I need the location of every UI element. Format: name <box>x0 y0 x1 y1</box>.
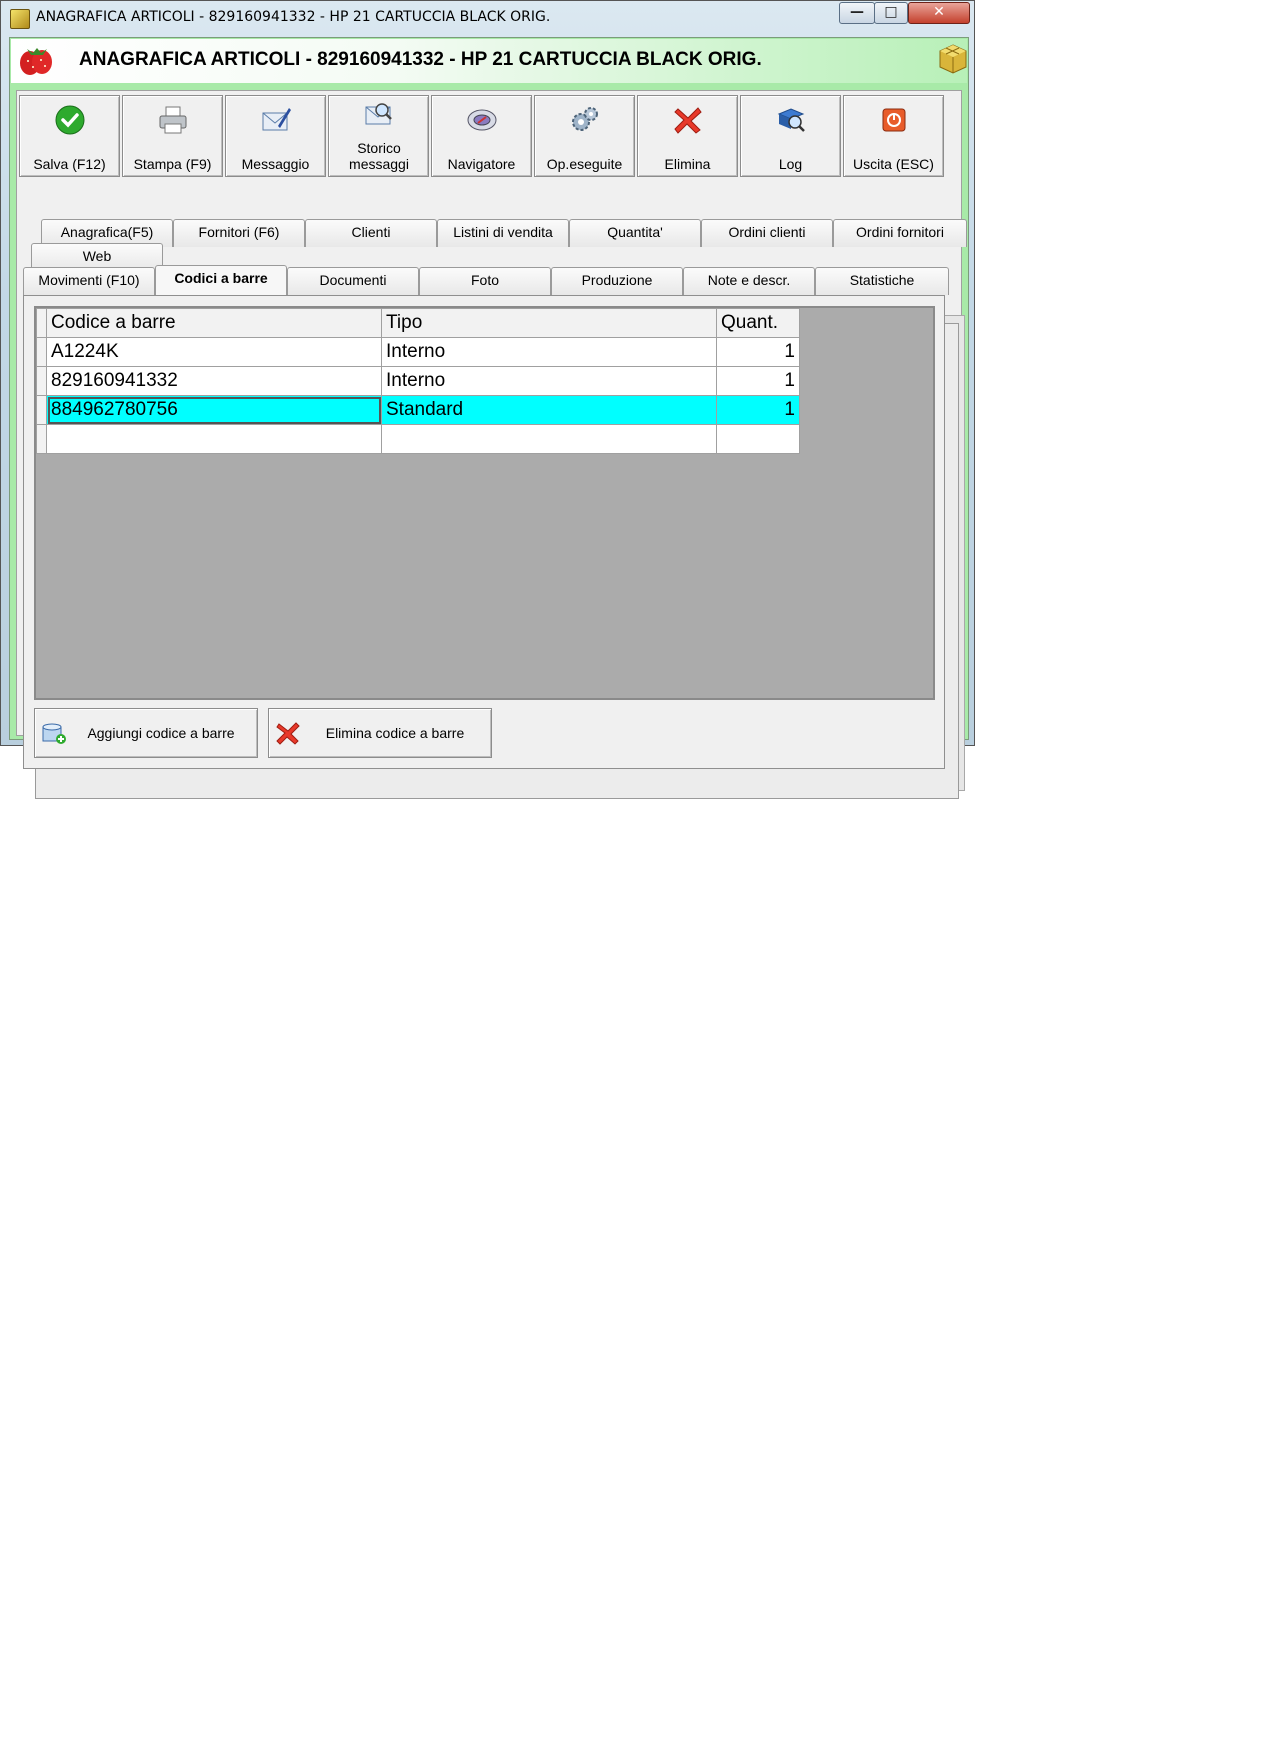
quantity-cell[interactable]: 1 <box>716 395 800 425</box>
barcodes-table: Codice a barre Tipo Quant. A1224K Intern… <box>36 308 800 454</box>
type-cell[interactable]: Interno <box>381 366 717 396</box>
delete-button[interactable]: Elimina <box>637 95 738 177</box>
navigator-button-label: Navigatore <box>447 156 516 172</box>
printer-icon <box>159 106 187 134</box>
add-barcode-button[interactable]: Aggiungi codice a barre <box>34 708 258 758</box>
exit-button[interactable]: Uscita (ESC) <box>843 95 944 177</box>
cube-logo-icon <box>939 44 967 74</box>
window-title: ANAGRAFICA ARTICOLI - 829160941332 - HP … <box>36 9 551 25</box>
barcode-cell-focused[interactable]: 884962780756 <box>46 395 382 425</box>
compass-icon <box>467 109 497 131</box>
barcode-cell[interactable] <box>46 424 382 454</box>
close-icon: ✕ <box>933 4 945 20</box>
row-indicator[interactable] <box>36 424 47 454</box>
tab-statistiche[interactable]: Statistiche <box>815 267 949 295</box>
quantity-cell[interactable]: 1 <box>716 366 800 396</box>
tab-quantita[interactable]: Quantita' <box>569 219 701 247</box>
column-header-type[interactable]: Tipo <box>381 308 717 338</box>
message-history-button-label: Storico messaggi <box>349 140 409 172</box>
barcode-cell[interactable]: 829160941332 <box>46 366 382 396</box>
add-barcode-icon <box>42 723 66 744</box>
navigator-button[interactable]: Navigatore <box>431 95 532 177</box>
red-x-icon <box>674 107 702 134</box>
gears-icon <box>572 107 598 131</box>
message-history-button[interactable]: Storico messaggi <box>328 95 429 177</box>
table-row[interactable]: A1224K Interno 1 <box>36 337 800 367</box>
tab-foto[interactable]: Foto <box>419 267 551 295</box>
print-button[interactable]: Stampa (F9) <box>122 95 223 177</box>
row-indicator[interactable] <box>36 337 47 367</box>
minimize-icon: — <box>850 4 864 20</box>
exit-icon <box>882 108 906 132</box>
row-indicator[interactable] <box>36 366 47 396</box>
client-area: ANAGRAFICA ARTICOLI - 829160941332 - HP … <box>9 37 969 799</box>
type-cell[interactable]: Interno <box>381 337 717 367</box>
tab-clienti[interactable]: Clienti <box>305 219 437 247</box>
tab-note-e-descr[interactable]: Note e descr. <box>683 267 815 295</box>
book-search-icon <box>777 108 805 132</box>
close-button[interactable]: ✕ <box>908 2 970 24</box>
toolbar: Salva (F12) Stampa (F9) Messaggio Storic… <box>19 95 959 177</box>
save-button[interactable]: Salva (F12) <box>19 95 120 177</box>
tab-documenti[interactable]: Documenti <box>287 267 419 295</box>
message-button[interactable]: Messaggio <box>225 95 326 177</box>
envelope-pen-icon <box>262 108 291 131</box>
message-button-label: Messaggio <box>241 156 310 172</box>
maximize-icon: □ <box>884 4 898 20</box>
operations-done-button[interactable]: Op.eseguite <box>534 95 635 177</box>
operations-done-button-label: Op.eseguite <box>546 156 623 172</box>
strawberry-logo-icon <box>20 48 52 75</box>
save-button-label: Salva (F12) <box>33 156 106 172</box>
row-indicator[interactable] <box>36 395 47 425</box>
tab-fornitori[interactable]: Fornitori (F6) <box>173 219 305 247</box>
table-header-row: Codice a barre Tipo Quant. <box>36 308 800 338</box>
tab-movimenti[interactable]: Movimenti (F10) <box>23 267 155 295</box>
type-cell[interactable] <box>381 424 717 454</box>
envelope-search-icon <box>365 103 392 125</box>
delete-button-label: Elimina <box>664 156 711 172</box>
delete-barcode-button[interactable]: Elimina codice a barre <box>268 708 492 758</box>
exit-button-label: Uscita (ESC) <box>853 156 934 172</box>
quantity-cell[interactable] <box>716 424 800 454</box>
table-row-selected[interactable]: 884962780756 Standard 1 <box>36 395 800 425</box>
barcodes-grid[interactable]: Codice a barre Tipo Quant. A1224K Intern… <box>34 306 935 700</box>
barcode-cell[interactable]: A1224K <box>46 337 382 367</box>
application-window: ANAGRAFICA ARTICOLI - 829160941332 - HP … <box>0 0 975 799</box>
main-panel: Salva (F12) Stampa (F9) Messaggio Storic… <box>16 90 967 799</box>
add-barcode-button-label: Aggiungi codice a barre <box>87 725 235 741</box>
check-icon <box>55 105 85 135</box>
log-button[interactable]: Log <box>740 95 841 177</box>
barcodes-tab-page: Codice a barre Tipo Quant. A1224K Intern… <box>23 295 945 769</box>
tab-row-3: Movimenti (F10) Codici a barre Documenti… <box>23 265 953 295</box>
delete-barcode-button-label: Elimina codice a barre <box>325 725 465 741</box>
row-indicator-header <box>36 308 47 338</box>
tab-ordini-clienti[interactable]: Ordini clienti <box>701 219 833 247</box>
tab-produzione[interactable]: Produzione <box>551 267 683 295</box>
quantity-cell[interactable]: 1 <box>716 337 800 367</box>
red-x-icon <box>276 722 300 745</box>
app-icon <box>10 9 30 29</box>
column-header-quantity[interactable]: Quant. <box>716 308 800 338</box>
page-title: ANAGRAFICA ARTICOLI - 829160941332 - HP … <box>79 49 762 70</box>
title-bar[interactable]: ANAGRAFICA ARTICOLI - 829160941332 - HP … <box>1 1 974 37</box>
tab-listini-di-vendita[interactable]: Listini di vendita <box>437 219 569 247</box>
tab-row-1: Anagrafica(F5) Fornitori (F6) Clienti Li… <box>41 219 967 247</box>
log-button-label: Log <box>778 156 803 172</box>
column-header-barcode[interactable]: Codice a barre <box>46 308 382 338</box>
print-button-label: Stampa (F9) <box>133 156 212 172</box>
table-row[interactable]: 829160941332 Interno 1 <box>36 366 800 396</box>
maximize-button[interactable]: □ <box>874 2 908 24</box>
type-cell[interactable]: Standard <box>381 395 717 425</box>
tab-ordini-fornitori[interactable]: Ordini fornitori <box>833 219 967 247</box>
form-header: ANAGRAFICA ARTICOLI - 829160941332 - HP … <box>11 39 967 83</box>
tab-codici-a-barre[interactable]: Codici a barre <box>155 265 287 295</box>
table-row-new[interactable] <box>36 424 800 454</box>
minimize-button[interactable]: — <box>839 2 875 24</box>
